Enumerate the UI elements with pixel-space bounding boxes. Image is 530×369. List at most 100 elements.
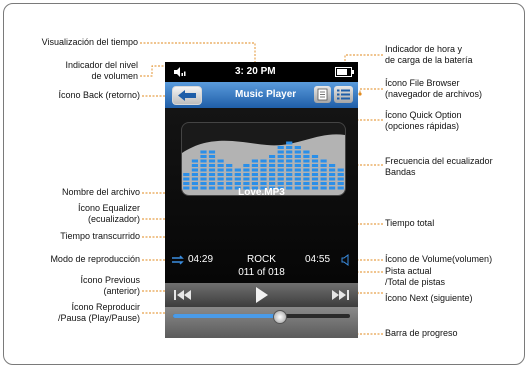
eq-band-segment — [286, 146, 293, 149]
eq-band-segment — [320, 182, 327, 185]
eq-band-segment — [286, 164, 293, 167]
label-play-pause-icon-line1: Ícono Reproducir — [71, 302, 140, 312]
eq-band-segment — [208, 150, 216, 154]
file-browser-icon — [337, 89, 350, 100]
eq-band-segment — [234, 182, 241, 185]
eq-band-segment — [260, 173, 267, 176]
eq-band-segment — [251, 168, 258, 172]
eq-band-segment — [277, 164, 284, 167]
progress-knob[interactable] — [273, 310, 288, 324]
back-button[interactable] — [172, 86, 202, 105]
eq-band-bar — [191, 159, 198, 190]
eq-band-segment — [277, 150, 284, 154]
eq-band-segment — [277, 146, 284, 149]
eq-band-segment — [226, 177, 233, 181]
progress-track[interactable] — [173, 310, 350, 324]
eq-band-segment — [208, 155, 216, 158]
eq-band-segment — [294, 159, 301, 163]
label-file-name: Nombre del archivo — [61, 187, 140, 197]
eq-band-segment — [337, 182, 344, 185]
previous-icon[interactable] — [174, 289, 192, 301]
eq-band-segment — [251, 177, 258, 181]
eq-band-segment — [208, 173, 216, 176]
eq-band-segment — [243, 168, 250, 172]
eq-band-segment — [243, 173, 250, 176]
eq-band-segment — [294, 168, 301, 172]
eq-band-segment — [311, 159, 319, 163]
eq-band-bar — [320, 159, 327, 190]
eq-band-segment — [337, 173, 344, 176]
eq-band-segment — [200, 155, 207, 158]
label-current-track: Pista actual /Total de pistas — [385, 266, 445, 288]
eq-band-segment — [303, 177, 310, 181]
eq-band-segment — [286, 150, 293, 154]
eq-band-segment — [217, 164, 224, 167]
label-volume-level-line2: de volumen — [91, 71, 138, 81]
eq-band-segment — [191, 164, 198, 167]
label-file-browser-icon-line1: Ícono File Browser — [385, 78, 460, 88]
eq-band-segment — [260, 182, 267, 185]
label-progress-bar: Barra de progreso — [385, 328, 458, 338]
eq-band-segment — [294, 150, 301, 154]
eq-band-segment — [226, 173, 233, 176]
eq-band-segment — [311, 164, 319, 167]
eq-band-segment — [217, 177, 224, 181]
label-play-pause-icon-line2: /Pausa (Play/Pause) — [57, 313, 140, 323]
quick-option-icon — [317, 88, 328, 101]
eq-band-segment — [311, 173, 319, 176]
eq-band-bar — [200, 150, 207, 190]
label-file-browser-icon: Ícono File Browser (navegador de archivo… — [385, 78, 482, 100]
label-eq-frequency-line2: Bandas — [385, 167, 416, 177]
label-equalizer-icon-line1: Ícono Equalizer — [77, 203, 140, 213]
progress-area — [165, 307, 358, 338]
eq-band-bar — [208, 150, 216, 190]
eq-band-segment — [260, 164, 267, 167]
eq-band-segment — [200, 150, 207, 154]
clock-text: 3: 20 PM — [235, 66, 276, 77]
eq-band-segment — [200, 159, 207, 163]
eq-band-segment — [269, 164, 276, 167]
eq-band-segment — [320, 177, 327, 181]
eq-band-segment — [200, 164, 207, 167]
next-icon[interactable] — [332, 289, 350, 301]
eq-band-segment — [337, 177, 344, 181]
eq-band-segment — [234, 177, 241, 181]
eq-band-segment — [311, 182, 319, 185]
player-screen: Love.MP3 04:29 ROCK 04:55 011 of 018 — [165, 108, 358, 283]
file-browser-button[interactable] — [334, 86, 353, 103]
label-file-browser-icon-line2: (navegador de archivos) — [385, 89, 483, 99]
back-arrow-icon — [178, 90, 196, 101]
label-quick-option-icon-line2: (opciones rápidas) — [385, 121, 460, 131]
label-previous-icon-line2: (anterior) — [103, 286, 140, 296]
eq-band-segment — [208, 177, 216, 181]
eq-band-segment — [226, 182, 233, 185]
quick-option-button[interactable] — [314, 86, 331, 103]
eq-band-segment — [260, 159, 267, 163]
eq-band-bar — [303, 150, 310, 190]
eq-band-segment — [286, 159, 293, 163]
label-volume-icon: Ícono de Volume(volumen) — [385, 254, 493, 264]
eq-band-segment — [260, 177, 267, 181]
eq-band-segment — [337, 168, 344, 172]
eq-band-bar — [217, 159, 224, 190]
label-clock-battery-line1: Indicador de hora y — [385, 44, 463, 54]
eq-band-segment — [243, 177, 250, 181]
eq-band-segment — [277, 168, 284, 172]
eq-band-segment — [269, 173, 276, 176]
eq-band-segment — [251, 173, 258, 176]
eq-band-segment — [208, 182, 216, 185]
play-pause-icon[interactable] — [255, 287, 269, 303]
eq-band-segment — [269, 168, 276, 172]
eq-band-segment — [303, 164, 310, 167]
eq-band-segment — [200, 168, 207, 172]
volume-icon[interactable] — [341, 254, 351, 266]
eq-band-segment — [329, 173, 336, 176]
volume-level-icon — [174, 67, 186, 77]
equalizer-graphic — [182, 134, 345, 195]
eq-band-segment — [320, 159, 327, 163]
eq-band-segment — [294, 164, 301, 167]
eq-band-segment — [226, 168, 233, 172]
file-name-text: Love.MP3 — [238, 187, 285, 198]
label-volume-level-line1: Indicador del nivel — [65, 60, 138, 70]
eq-band-segment — [277, 177, 284, 181]
